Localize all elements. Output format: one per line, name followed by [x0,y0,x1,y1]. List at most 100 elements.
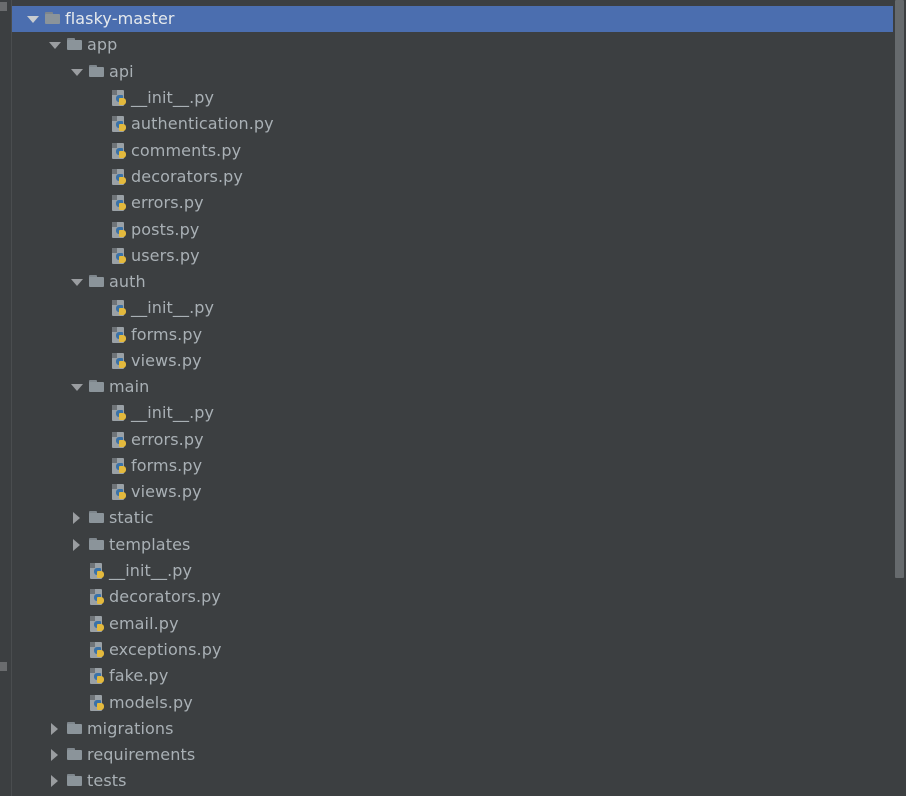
chevron-right-icon[interactable] [48,748,62,762]
tree-row[interactable]: views.py [0,348,906,374]
tree-node-label: flasky-master [65,9,175,28]
chevron-down-icon[interactable] [70,65,84,79]
tree-row[interactable]: flasky-master [0,6,906,32]
python-file-icon [88,562,106,580]
twisty-placeholder [92,91,106,105]
vertical-scrollbar-thumb[interactable] [895,0,904,578]
tree-row[interactable]: app [0,32,906,58]
python-file-icon [110,431,128,449]
left-gutter-strip [0,0,12,796]
chevron-right-icon[interactable] [70,538,84,552]
tree-row[interactable]: views.py [0,479,906,505]
tree-row[interactable]: forms.py [0,322,906,348]
tree-node-label: migrations [87,719,174,738]
python-file-icon [110,457,128,475]
python-file-icon [88,694,106,712]
python-file-icon [88,667,106,685]
tree-row[interactable]: auth [0,269,906,295]
chevron-right-icon[interactable] [48,722,62,736]
tree-node-label: exceptions.py [109,640,222,659]
tree-row[interactable]: errors.py [0,427,906,453]
tree-node-label: forms.py [131,456,203,475]
folder-icon [88,63,106,81]
tree-node-label: __init__.py [131,88,215,107]
folder-icon [88,509,106,527]
twisty-placeholder [92,433,106,447]
tree-node-label: __init__.py [131,298,215,317]
tree-row[interactable]: decorators.py [0,584,906,610]
tree-node-label: views.py [131,482,202,501]
twisty-placeholder [70,696,84,710]
tree-node-label: models.py [109,693,193,712]
python-file-icon [88,615,106,633]
tree-row[interactable]: authentication.py [0,111,906,137]
tree-row[interactable]: errors.py [0,190,906,216]
tree-row[interactable]: __init__.py [0,295,906,321]
tree-node-label: auth [109,272,146,291]
tree-row[interactable]: __init__.py [0,85,906,111]
tree-row[interactable]: decorators.py [0,164,906,190]
twisty-placeholder [92,459,106,473]
tree-node-label: views.py [131,351,202,370]
folder-icon [88,378,106,396]
twisty-placeholder [92,485,106,499]
python-file-icon [110,352,128,370]
chevron-down-icon[interactable] [48,38,62,52]
twisty-placeholder [92,328,106,342]
tree-node-label: main [109,377,150,396]
python-file-icon [110,221,128,239]
gutter-marker [0,2,7,11]
tree-row[interactable]: static [0,505,906,531]
chevron-right-icon[interactable] [70,511,84,525]
tree-row[interactable]: users.py [0,243,906,269]
project-tool-window: flasky-master app api __init__.py authentica… [0,0,906,796]
twisty-placeholder [92,196,106,210]
tree-node-label: email.py [109,614,179,633]
tree-node-label: comments.py [131,141,242,160]
vertical-scrollbar-track[interactable] [893,0,906,796]
tree-row[interactable]: requirements [0,742,906,768]
python-file-icon [110,142,128,160]
chevron-down-icon[interactable] [26,12,40,26]
twisty-placeholder [92,406,106,420]
project-tree-list[interactable]: flasky-master app api __init__.py authentica… [0,0,906,796]
tree-node-label: authentication.py [131,114,274,133]
python-file-icon [110,299,128,317]
tree-node-label: templates [109,535,191,554]
tree-row[interactable]: posts.py [0,217,906,243]
tree-row[interactable]: models.py [0,690,906,716]
tree-row[interactable]: __init__.py [0,400,906,426]
tree-node-label: app [87,35,118,54]
tree-node-label: decorators.py [131,167,243,186]
tree-row[interactable]: api [0,59,906,85]
folder-icon [66,772,84,790]
twisty-placeholder [92,144,106,158]
folder-icon [44,10,62,28]
chevron-down-icon[interactable] [70,275,84,289]
tree-node-label: __init__.py [109,561,193,580]
tree-row[interactable]: templates [0,532,906,558]
tree-row[interactable]: fake.py [0,663,906,689]
tree-row[interactable]: __init__.py [0,558,906,584]
tree-row[interactable]: exceptions.py [0,637,906,663]
tree-row[interactable]: forms.py [0,453,906,479]
python-file-icon [110,404,128,422]
python-file-icon [110,115,128,133]
python-file-icon [110,168,128,186]
tree-node-label: decorators.py [109,587,221,606]
chevron-right-icon[interactable] [48,774,62,788]
tree-row[interactable]: tests [0,768,906,794]
tree-row[interactable]: email.py [0,611,906,637]
tree-node-label: api [109,62,134,81]
tree-row[interactable]: main [0,374,906,400]
tree-row[interactable]: comments.py [0,138,906,164]
tree-row[interactable]: migrations [0,716,906,742]
tree-node-label: static [109,508,154,527]
chevron-down-icon[interactable] [70,380,84,394]
python-file-icon [110,89,128,107]
tree-node-label: forms.py [131,325,203,344]
python-file-icon [110,326,128,344]
tree-node-label: __init__.py [131,403,215,422]
twisty-placeholder [92,301,106,315]
twisty-placeholder [92,223,106,237]
